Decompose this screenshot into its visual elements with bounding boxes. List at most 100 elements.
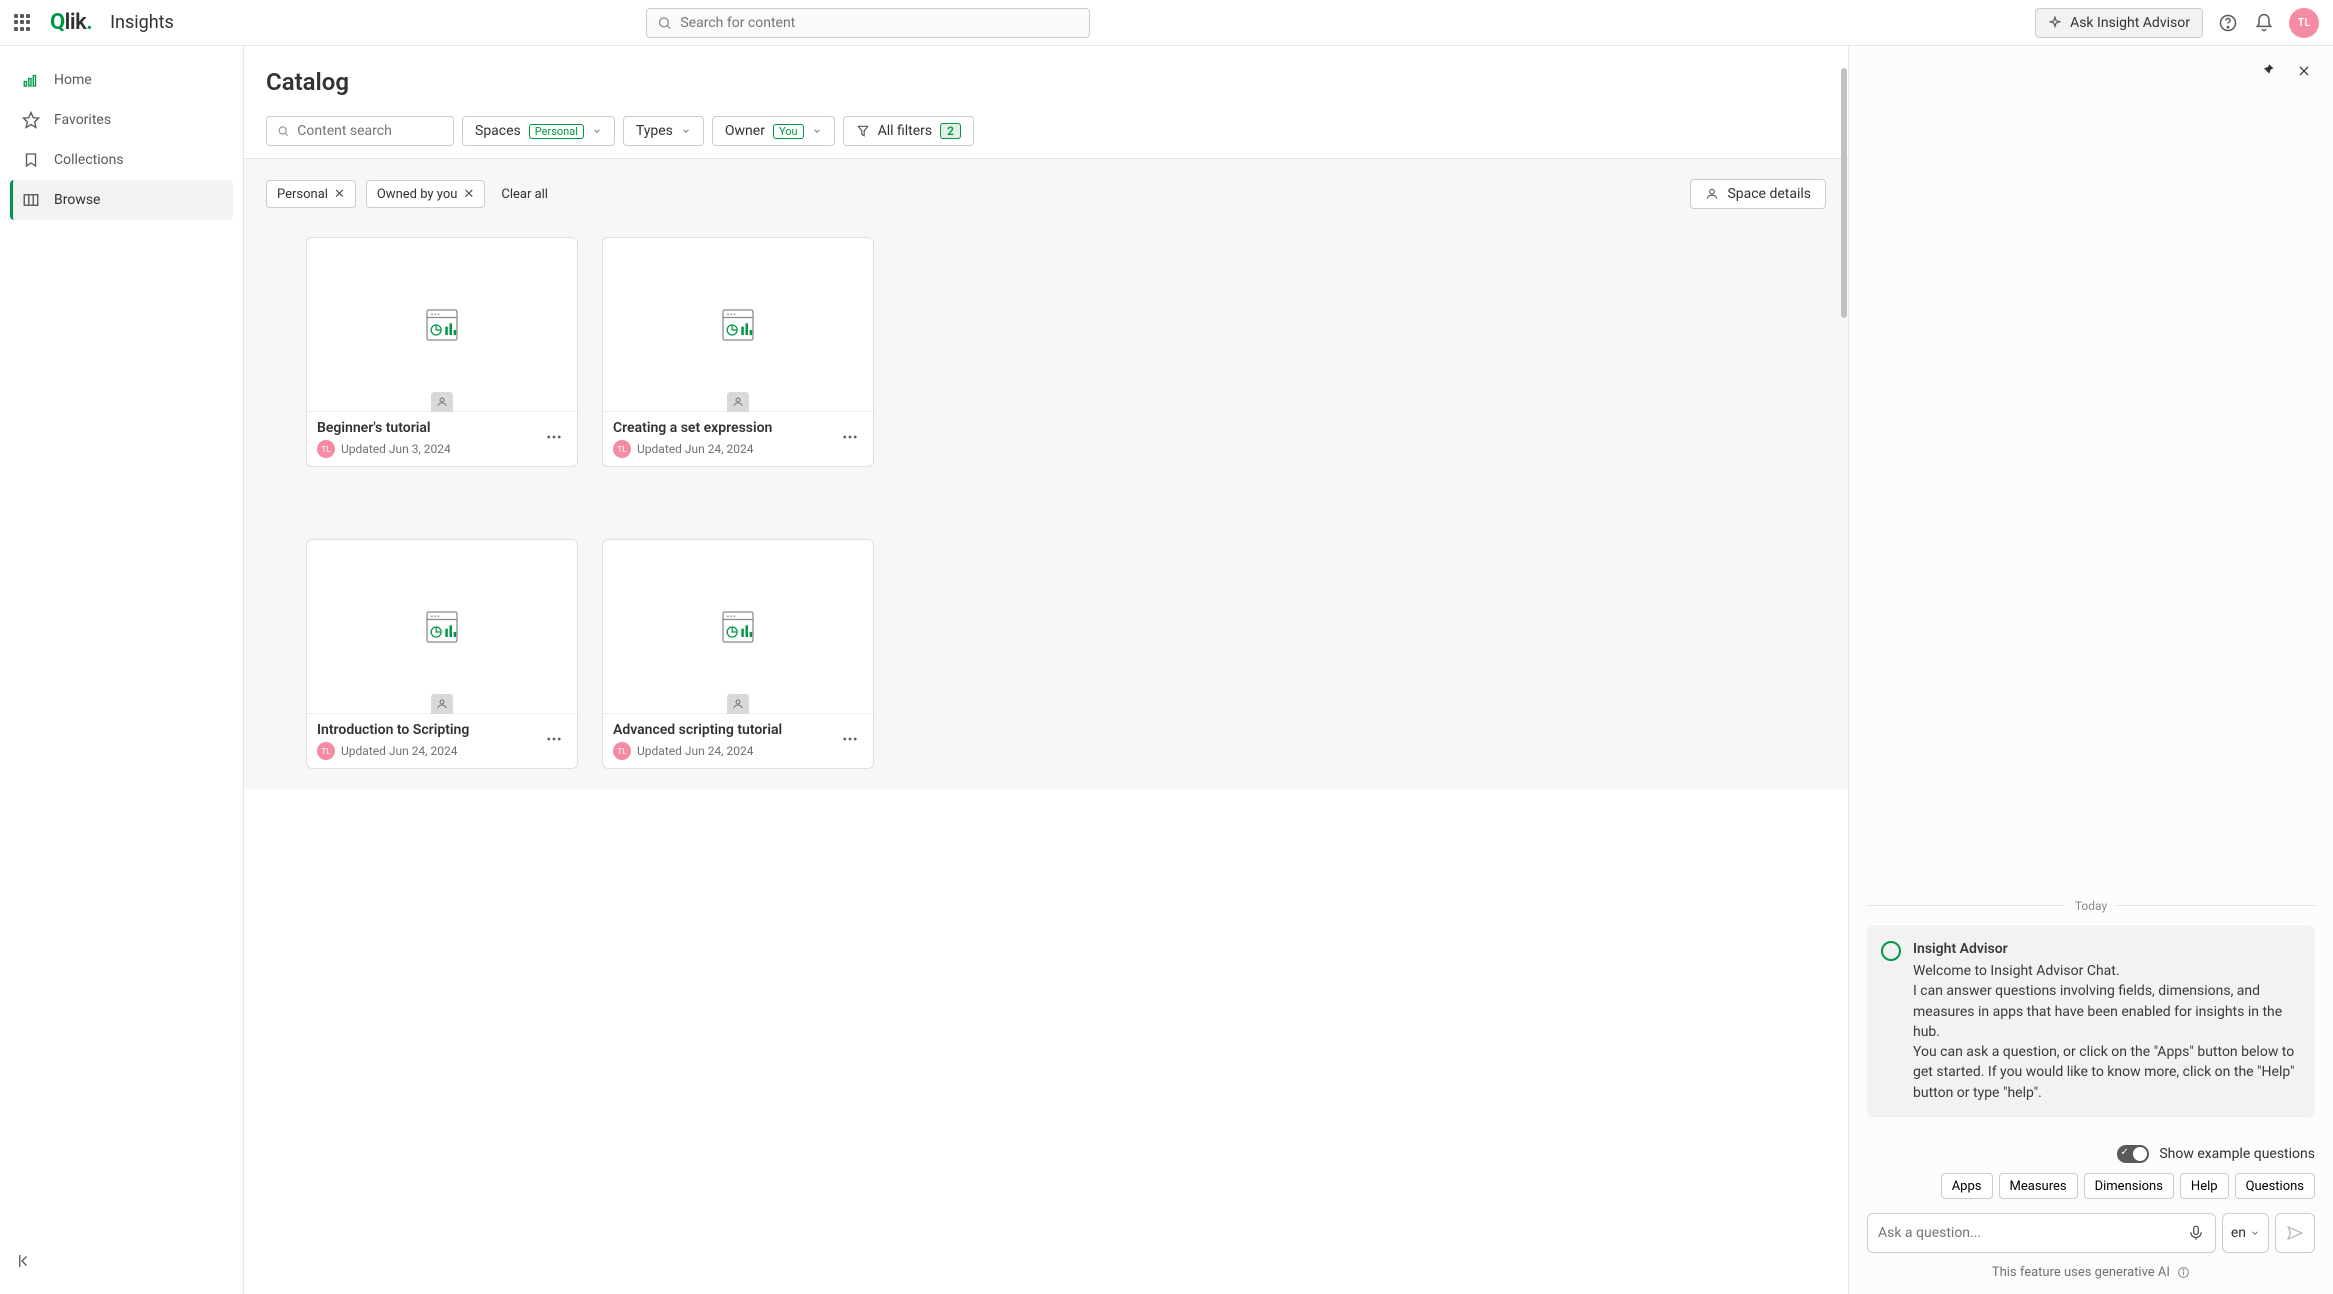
card-more-icon[interactable] bbox=[837, 428, 863, 450]
remove-filter-icon[interactable]: ✕ bbox=[463, 187, 474, 202]
home-icon bbox=[22, 71, 40, 89]
send-button[interactable] bbox=[2275, 1213, 2315, 1253]
clear-all-button[interactable]: Clear all bbox=[501, 187, 548, 202]
user-icon bbox=[1705, 187, 1719, 201]
card-title: Introduction to Scripting bbox=[317, 722, 541, 738]
ask-insight-advisor-button[interactable]: Ask Insight Advisor bbox=[2035, 8, 2203, 38]
sidebar-item-collections[interactable]: Collections bbox=[10, 140, 233, 180]
chat-bot-name: Insight Advisor bbox=[1913, 939, 2301, 959]
card-footer: Creating a set expression TL Updated Jun… bbox=[603, 411, 873, 466]
applied-filter-chip[interactable]: Personal ✕ bbox=[266, 180, 356, 208]
card-footer: Introduction to Scripting TL Updated Jun… bbox=[307, 713, 577, 768]
quick-dimensions-button[interactable]: Dimensions bbox=[2084, 1173, 2174, 1199]
content-search-input[interactable] bbox=[297, 123, 443, 139]
card-thumbnail bbox=[603, 540, 873, 713]
filter-row: Spaces Personal Types Owner You All filt… bbox=[266, 116, 1826, 146]
card-more-icon[interactable] bbox=[837, 730, 863, 752]
applied-filters-row: Personal ✕ Owned by you ✕ Clear all Spac… bbox=[266, 179, 1826, 209]
all-filters-label: All filters bbox=[878, 123, 933, 139]
chat-message: Insight Advisor Welcome to Insight Advis… bbox=[1867, 925, 2315, 1117]
card-owner-avatar: TL bbox=[317, 742, 335, 760]
content-card[interactable]: Beginner's tutorial TL Updated Jun 3, 20… bbox=[306, 237, 578, 467]
chat-text-line: Welcome to Insight Advisor Chat. bbox=[1913, 961, 2301, 981]
global-search[interactable] bbox=[646, 8, 1090, 38]
user-avatar[interactable]: TL bbox=[2289, 8, 2319, 38]
content-card[interactable]: Advanced scripting tutorial TL Updated J… bbox=[602, 539, 874, 769]
sparkle-icon bbox=[2048, 16, 2062, 30]
card-more-icon[interactable] bbox=[541, 428, 567, 450]
chevron-down-icon bbox=[681, 126, 691, 136]
scrollbar-thumb[interactable] bbox=[1841, 68, 1847, 318]
card-thumbnail bbox=[603, 238, 873, 411]
ask-insight-advisor-label: Ask Insight Advisor bbox=[2070, 15, 2190, 31]
quick-apps-button[interactable]: Apps bbox=[1941, 1173, 1993, 1199]
collapse-sidebar-icon[interactable] bbox=[10, 1246, 233, 1280]
microphone-icon[interactable] bbox=[2187, 1224, 2205, 1242]
genai-note: This feature uses generative AI bbox=[1867, 1265, 2315, 1280]
example-questions-toggle[interactable] bbox=[2117, 1145, 2149, 1163]
info-icon[interactable] bbox=[2177, 1266, 2190, 1279]
star-icon bbox=[22, 111, 40, 129]
card-meta: TL Updated Jun 24, 2024 bbox=[317, 742, 541, 760]
card-thumbnail bbox=[307, 238, 577, 411]
filter-types[interactable]: Types bbox=[623, 116, 704, 146]
example-questions-label: Show example questions bbox=[2159, 1146, 2315, 1162]
sidebar-item-label: Favorites bbox=[54, 112, 111, 128]
quick-questions-button[interactable]: Questions bbox=[2235, 1173, 2315, 1199]
card-updated: Updated Jun 3, 2024 bbox=[341, 442, 451, 456]
content-search[interactable] bbox=[266, 116, 454, 146]
content-card[interactable]: Introduction to Scripting TL Updated Jun… bbox=[306, 539, 578, 769]
notifications-icon[interactable] bbox=[2253, 12, 2275, 34]
brand-logo[interactable]: Qlik. Insights bbox=[50, 10, 174, 35]
global-search-input[interactable] bbox=[680, 15, 1079, 31]
card-title: Advanced scripting tutorial bbox=[613, 722, 837, 738]
card-owner-badge bbox=[727, 694, 749, 714]
card-thumbnail bbox=[307, 540, 577, 713]
space-details-button[interactable]: Space details bbox=[1690, 179, 1826, 209]
filter-spaces[interactable]: Spaces Personal bbox=[462, 116, 615, 146]
filter-icon bbox=[856, 124, 870, 138]
filter-value-badge: Personal bbox=[529, 124, 584, 139]
card-owner-badge bbox=[431, 694, 453, 714]
filter-label: Spaces bbox=[475, 123, 521, 139]
sidebar-item-favorites[interactable]: Favorites bbox=[10, 100, 233, 140]
bot-avatar-icon bbox=[1881, 941, 1901, 961]
chat-footer: Show example questions Apps Measures Dim… bbox=[1849, 1135, 2333, 1294]
pin-icon[interactable] bbox=[2257, 60, 2279, 82]
ask-row: en bbox=[1867, 1213, 2315, 1253]
quick-help-button[interactable]: Help bbox=[2180, 1173, 2229, 1199]
content-card[interactable]: Creating a set expression TL Updated Jun… bbox=[602, 237, 874, 467]
all-filters-button[interactable]: All filters 2 bbox=[843, 116, 974, 146]
card-owner-badge bbox=[431, 392, 453, 412]
page-title: Catalog bbox=[266, 68, 1826, 96]
card-updated: Updated Jun 24, 2024 bbox=[637, 442, 754, 456]
quick-measures-button[interactable]: Measures bbox=[1999, 1173, 2078, 1199]
app-launcher-icon[interactable] bbox=[14, 14, 32, 32]
scrollbar[interactable] bbox=[1840, 46, 1848, 1294]
remove-filter-icon[interactable]: ✕ bbox=[334, 187, 345, 202]
main-content: Catalog Spaces Personal Types Owner bbox=[244, 46, 1849, 1294]
ask-question-input[interactable] bbox=[1878, 1225, 2187, 1241]
chat-text-line: You can ask a question, or click on the … bbox=[1913, 1042, 2301, 1103]
card-owner-avatar: TL bbox=[613, 440, 631, 458]
card-owner-avatar: TL bbox=[613, 742, 631, 760]
insight-advisor-panel: Today Insight Advisor Welcome to Insight… bbox=[1849, 46, 2333, 1294]
sidebar-item-browse[interactable]: Browse bbox=[10, 180, 233, 220]
ask-input-wrap[interactable] bbox=[1867, 1213, 2216, 1253]
close-icon[interactable] bbox=[2293, 60, 2315, 82]
card-meta: TL Updated Jun 3, 2024 bbox=[317, 440, 541, 458]
card-meta: TL Updated Jun 24, 2024 bbox=[613, 440, 837, 458]
brand-name: Insights bbox=[110, 12, 174, 33]
applied-filter-chip[interactable]: Owned by you ✕ bbox=[366, 180, 486, 208]
search-icon bbox=[657, 15, 672, 31]
card-footer: Advanced scripting tutorial TL Updated J… bbox=[603, 713, 873, 768]
search-icon bbox=[277, 124, 289, 138]
language-selector[interactable]: en bbox=[2222, 1213, 2269, 1253]
applied-filter-label: Personal bbox=[277, 187, 328, 202]
card-more-icon[interactable] bbox=[541, 730, 567, 752]
filter-owner[interactable]: Owner You bbox=[712, 116, 835, 146]
help-icon[interactable] bbox=[2217, 12, 2239, 34]
sidebar-item-home[interactable]: Home bbox=[10, 60, 233, 100]
example-questions-toggle-row: Show example questions bbox=[1867, 1145, 2315, 1163]
card-grid: Beginner's tutorial TL Updated Jun 3, 20… bbox=[266, 237, 1826, 769]
